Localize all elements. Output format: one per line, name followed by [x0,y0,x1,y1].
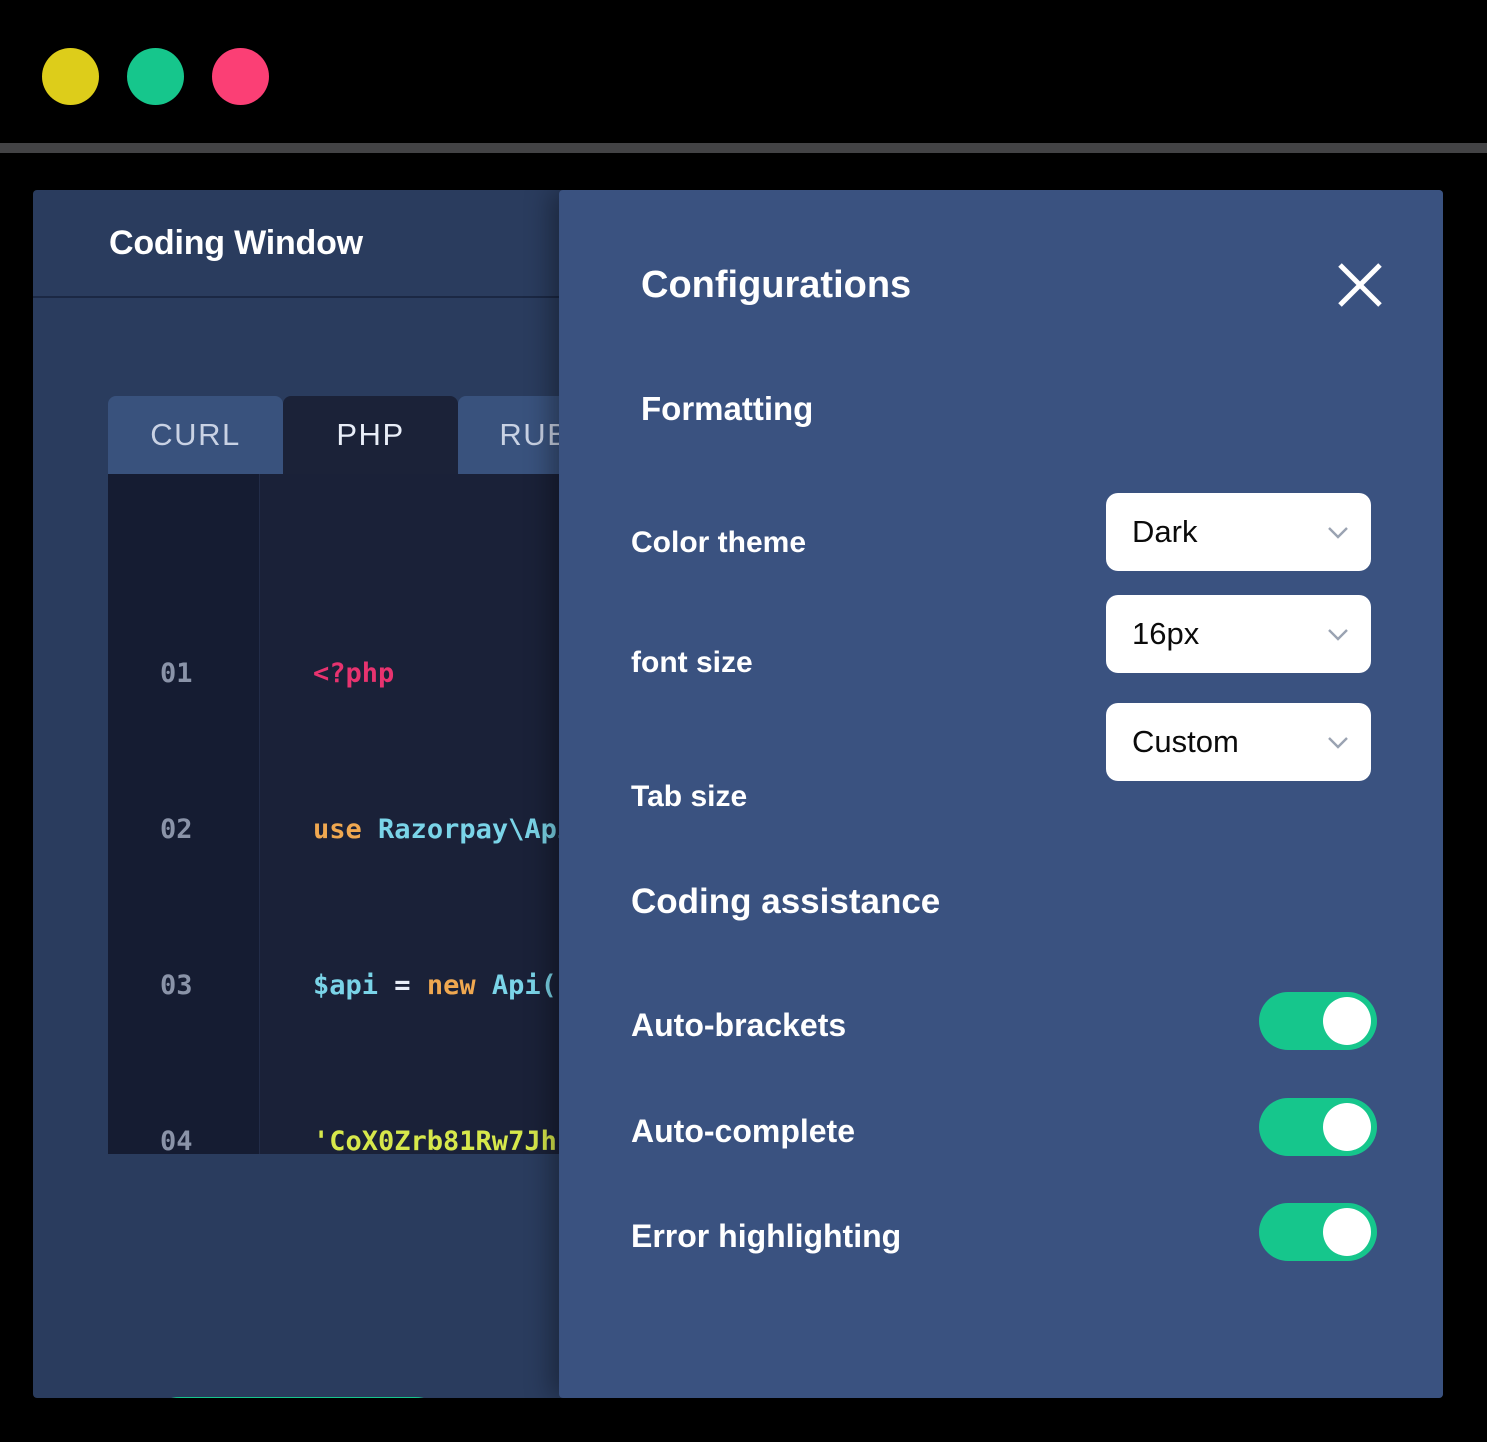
toggle-auto-complete[interactable] [1259,1098,1377,1156]
configurations-title: Configurations [641,264,911,307]
line-number: 03 [160,960,193,1012]
select-color-theme-value: Dark [1132,514,1327,550]
toggle-auto-brackets[interactable] [1259,992,1377,1050]
close-button[interactable] [1329,254,1391,316]
configurations-panel: Configurations Formatting Color theme Da… [559,190,1443,1398]
chevron-down-icon [1327,628,1349,641]
row-color-theme: Color theme Dark [631,508,1371,578]
toggle-knob [1323,1103,1371,1151]
maximize-dot[interactable] [127,48,184,105]
select-font-size-value: 16px [1132,616,1327,652]
close-dot[interactable] [212,48,269,105]
select-tab-size[interactable]: Custom [1106,703,1371,781]
browser-chrome-bar [0,143,1487,153]
row-auto-complete: Auto-complete [631,1096,1371,1166]
row-error-highlighting: Error highlighting [631,1201,1371,1271]
minimize-dot[interactable] [42,48,99,105]
line-text: 'CoX0Zrb81Rw7Jh' [313,1116,573,1154]
tab-curl[interactable]: CURL [108,396,283,474]
configurations-header: Configurations [641,254,1391,316]
window-controls [42,48,269,105]
label-color-theme: Color theme [631,526,806,560]
toggle-error-highlighting[interactable] [1259,1203,1377,1261]
line-number: 01 [160,648,193,700]
section-heading-formatting: Formatting [641,390,813,428]
screenshot-root: Coding Window CURL PHP RUBY 01 <?php 02 … [0,0,1487,1442]
label-font-size: font size [631,646,753,680]
chevron-down-icon [1327,736,1349,749]
row-auto-brackets: Auto-brackets [631,990,1371,1060]
row-tab-size: Tab size Custom [631,762,1371,832]
select-font-size[interactable]: 16px [1106,595,1371,673]
page-title: Coding Window [109,224,363,263]
label-error-highlighting: Error highlighting [631,1218,901,1255]
line-number: 04 [160,1116,193,1154]
row-font-size: font size 16px [631,628,1371,698]
select-tab-size-value: Custom [1132,724,1327,760]
label-auto-brackets: Auto-brackets [631,1007,846,1044]
label-auto-complete: Auto-complete [631,1113,855,1150]
tab-php[interactable]: PHP [283,396,458,474]
section-heading-coding-assistance: Coding assistance [631,882,940,922]
toggle-knob [1323,1208,1371,1256]
select-color-theme[interactable]: Dark [1106,493,1371,571]
chevron-down-icon [1327,526,1349,539]
close-icon [1334,259,1386,311]
compile-and-test-button[interactable]: Compile & Test [141,1397,454,1398]
line-number: 02 [160,804,193,856]
label-tab-size: Tab size [631,780,747,814]
line-text: <?php [313,648,394,700]
toggle-knob [1323,997,1371,1045]
